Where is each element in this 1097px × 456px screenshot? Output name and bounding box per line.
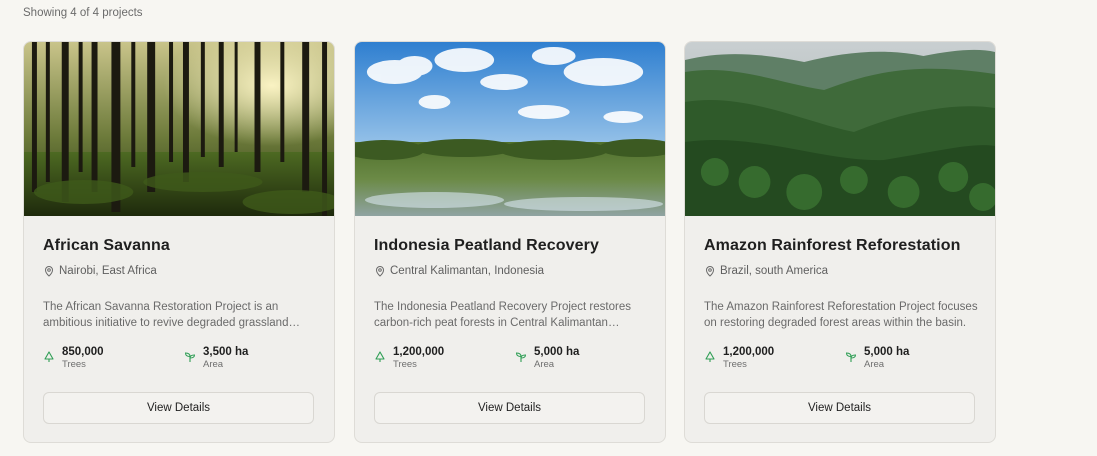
trees-value: 1,200,000 bbox=[393, 346, 445, 358]
area-label: Area bbox=[203, 359, 224, 370]
area-stat: 5,000 ha Area bbox=[515, 345, 579, 371]
trees-label: Trees bbox=[723, 359, 747, 370]
peatland-photo-icon bbox=[355, 42, 665, 216]
project-card[interactable]: African Savanna Nairobi, East Africa The… bbox=[23, 41, 335, 443]
sprout-icon bbox=[845, 352, 857, 362]
trees-label: Trees bbox=[393, 359, 417, 370]
project-card[interactable]: Amazon Rainforest Reforestation Brazil, … bbox=[684, 41, 996, 443]
area-value: 5,000 ha bbox=[864, 346, 910, 358]
project-description: The Indonesia Peatland Recovery Project … bbox=[374, 301, 631, 329]
sprout-icon bbox=[184, 352, 196, 362]
project-title[interactable]: Amazon Rainforest Reforestation bbox=[704, 237, 960, 255]
area-value: 5,000 ha bbox=[534, 346, 580, 358]
forest-photo-icon bbox=[24, 42, 334, 216]
location-text: Nairobi, East Africa bbox=[59, 265, 157, 277]
tree-icon bbox=[44, 351, 54, 362]
project-card[interactable]: Indonesia Peatland Recovery Central Kali… bbox=[354, 41, 666, 443]
project-description: The African Savanna Restoration Project … bbox=[43, 301, 289, 329]
rainforest-photo-icon bbox=[685, 42, 995, 216]
map-pin-icon bbox=[44, 266, 54, 277]
project-location: Nairobi, East Africa bbox=[43, 265, 157, 277]
project-location: Central Kalimantan, Indonesia bbox=[374, 265, 544, 277]
trees-value: 1,200,000 bbox=[723, 346, 775, 358]
area-stat: 5,000 ha Area bbox=[845, 345, 909, 371]
tree-icon bbox=[375, 351, 385, 362]
map-pin-icon bbox=[375, 266, 385, 277]
trees-label: Trees bbox=[62, 359, 86, 370]
area-label: Area bbox=[864, 359, 885, 370]
map-pin-icon bbox=[705, 266, 715, 277]
area-value: 3,500 ha bbox=[203, 346, 249, 358]
location-text: Brazil, south America bbox=[720, 265, 829, 277]
view-details-button[interactable]: View Details bbox=[374, 392, 645, 424]
results-count: Showing 4 of 4 projects bbox=[23, 7, 143, 19]
project-location: Brazil, south America bbox=[704, 265, 828, 277]
project-title[interactable]: Indonesia Peatland Recovery bbox=[374, 237, 599, 255]
project-title[interactable]: African Savanna bbox=[43, 237, 170, 255]
sprout-icon bbox=[515, 352, 527, 362]
trees-stat: 1,200,000 Trees bbox=[374, 345, 444, 371]
project-image[interactable] bbox=[355, 42, 665, 216]
trees-stat: 850,000 Trees bbox=[43, 345, 104, 371]
trees-stat: 1,200,000 Trees bbox=[704, 345, 774, 371]
project-image[interactable] bbox=[24, 42, 334, 216]
trees-value: 850,000 bbox=[62, 346, 104, 358]
view-details-button[interactable]: View Details bbox=[43, 392, 314, 424]
tree-icon bbox=[705, 351, 715, 362]
project-description: The Amazon Rainforest Reforestation Proj… bbox=[704, 301, 978, 329]
project-grid: African Savanna Nairobi, East Africa The… bbox=[23, 41, 1003, 443]
view-details-button[interactable]: View Details bbox=[704, 392, 975, 424]
area-label: Area bbox=[534, 359, 555, 370]
area-stat: 3,500 ha Area bbox=[184, 345, 248, 371]
location-text: Central Kalimantan, Indonesia bbox=[390, 265, 545, 277]
project-image[interactable] bbox=[685, 42, 995, 216]
